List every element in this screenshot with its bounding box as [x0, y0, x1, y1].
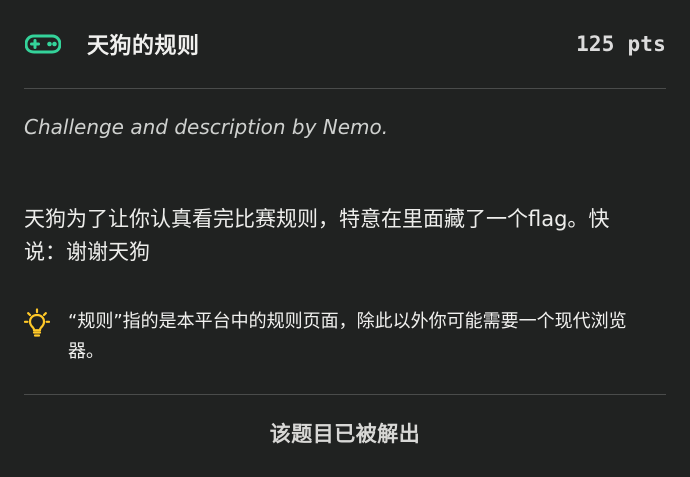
challenge-title-group: 天狗的规则: [24, 28, 200, 60]
challenge-author: Challenge and description by Nemo.: [24, 115, 389, 139]
hint-text: “规则”指的是本平台中的规则页面，除此以外你可能需要一个现代浏览器。: [68, 311, 627, 362]
challenge-hint: “规则”指的是本平台中的规则页面，除此以外你可能需要一个现代浏览器。: [23, 307, 666, 395]
challenge-header: 天狗的规则 125 pts: [24, 0, 666, 89]
challenge-card: 天狗的规则 125 pts Challenge and description …: [0, 0, 690, 477]
challenge-title: 天狗的规则: [87, 34, 200, 59]
challenge-description: 天狗为了让你认真看完比赛规则，特意在里面藏了一个flag。快说：谢谢天狗: [24, 207, 610, 264]
gamepad-icon: [24, 32, 62, 56]
lightbulb-icon: [23, 308, 51, 338]
challenge-points: 125 pts: [576, 32, 666, 56]
solved-status: 该题目已被解出: [269, 422, 421, 446]
